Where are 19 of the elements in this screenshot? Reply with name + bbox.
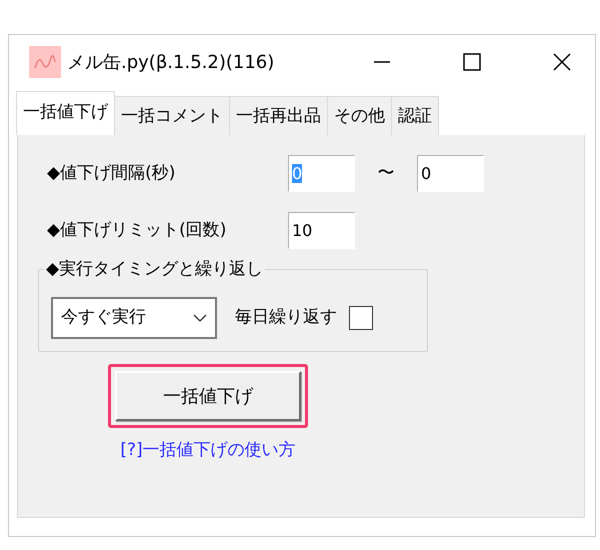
- help-link[interactable]: [?]一括値下げの使い方: [120, 438, 296, 464]
- tab[interactable]: 認証: [391, 96, 439, 135]
- tab[interactable]: 一括コメント: [114, 96, 230, 135]
- tab[interactable]: その他: [327, 96, 392, 135]
- tab[interactable]: 一括値下げ: [16, 91, 115, 135]
- bulk-price-cut-button[interactable]: 一括値下げ: [115, 371, 301, 421]
- timing-dropdown[interactable]: 今すぐ実行: [51, 297, 217, 339]
- tab[interactable]: 一括再出品: [229, 96, 328, 135]
- repeat-checkbox[interactable]: [349, 306, 373, 330]
- text-selection: 0: [292, 164, 302, 183]
- field-label: ◆値下げ間隔(秒): [47, 162, 176, 185]
- logo-icon: [29, 46, 61, 78]
- window-title: メル缶.py(β.1.5.2)(116): [67, 50, 274, 74]
- input-field[interactable]: 0: [417, 155, 484, 192]
- input-field[interactable]: 10: [288, 212, 355, 249]
- chevron-icon: [193, 314, 207, 322]
- field-label: ◆値下げリミット(回数): [47, 218, 228, 242]
- range-separator: 〜: [376, 162, 396, 185]
- checkbox-label: 毎日繰り返す: [235, 306, 337, 330]
